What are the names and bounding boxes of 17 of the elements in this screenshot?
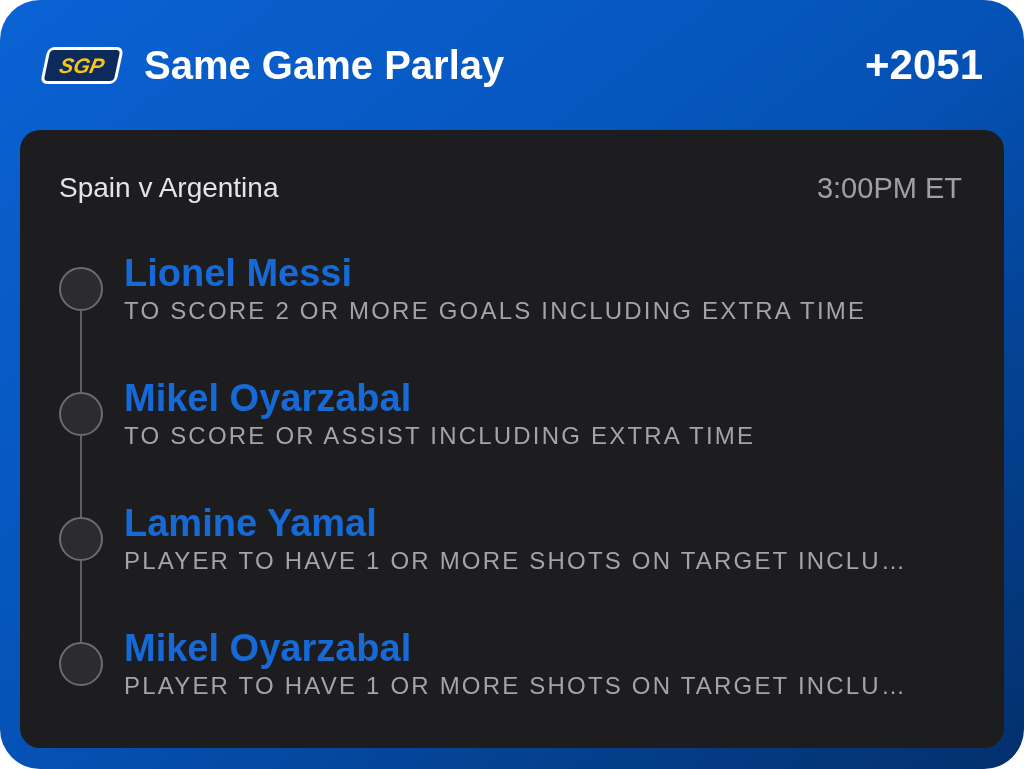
logo: SGP	[40, 46, 124, 84]
player-name: Lionel Messi	[124, 251, 354, 294]
circle-marker-icon	[59, 267, 103, 311]
player-name: Mikel Oyarzabal	[124, 626, 413, 669]
bet-market: PLAYER TO HAVE 1 OR MORE SHOTS ON TARGET INCLU…	[124, 545, 908, 576]
bet-market: TO SCORE 2 OR MORE GOALS INCLUDING EXTRA TIME	[124, 295, 868, 326]
match-time: 3:00PM ET	[816, 173, 962, 203]
circle-marker-icon	[59, 392, 103, 436]
player-name: Mikel Oyarzabal	[124, 376, 413, 419]
player-name: Lamine Yamal	[124, 501, 378, 544]
match-title: Spain v Argentina	[59, 174, 279, 202]
odds-value: +2051	[865, 44, 983, 86]
card-title: Same Game Parlay	[144, 45, 505, 85]
bet-market: TO SCORE OR ASSIST INCLUDING EXTRA TIME	[124, 420, 757, 451]
circle-marker-icon	[59, 517, 103, 561]
circle-marker-icon	[59, 642, 103, 686]
bet-market: PLAYER TO HAVE 1 OR MORE SHOTS ON TARGET INCLU…	[124, 670, 908, 701]
